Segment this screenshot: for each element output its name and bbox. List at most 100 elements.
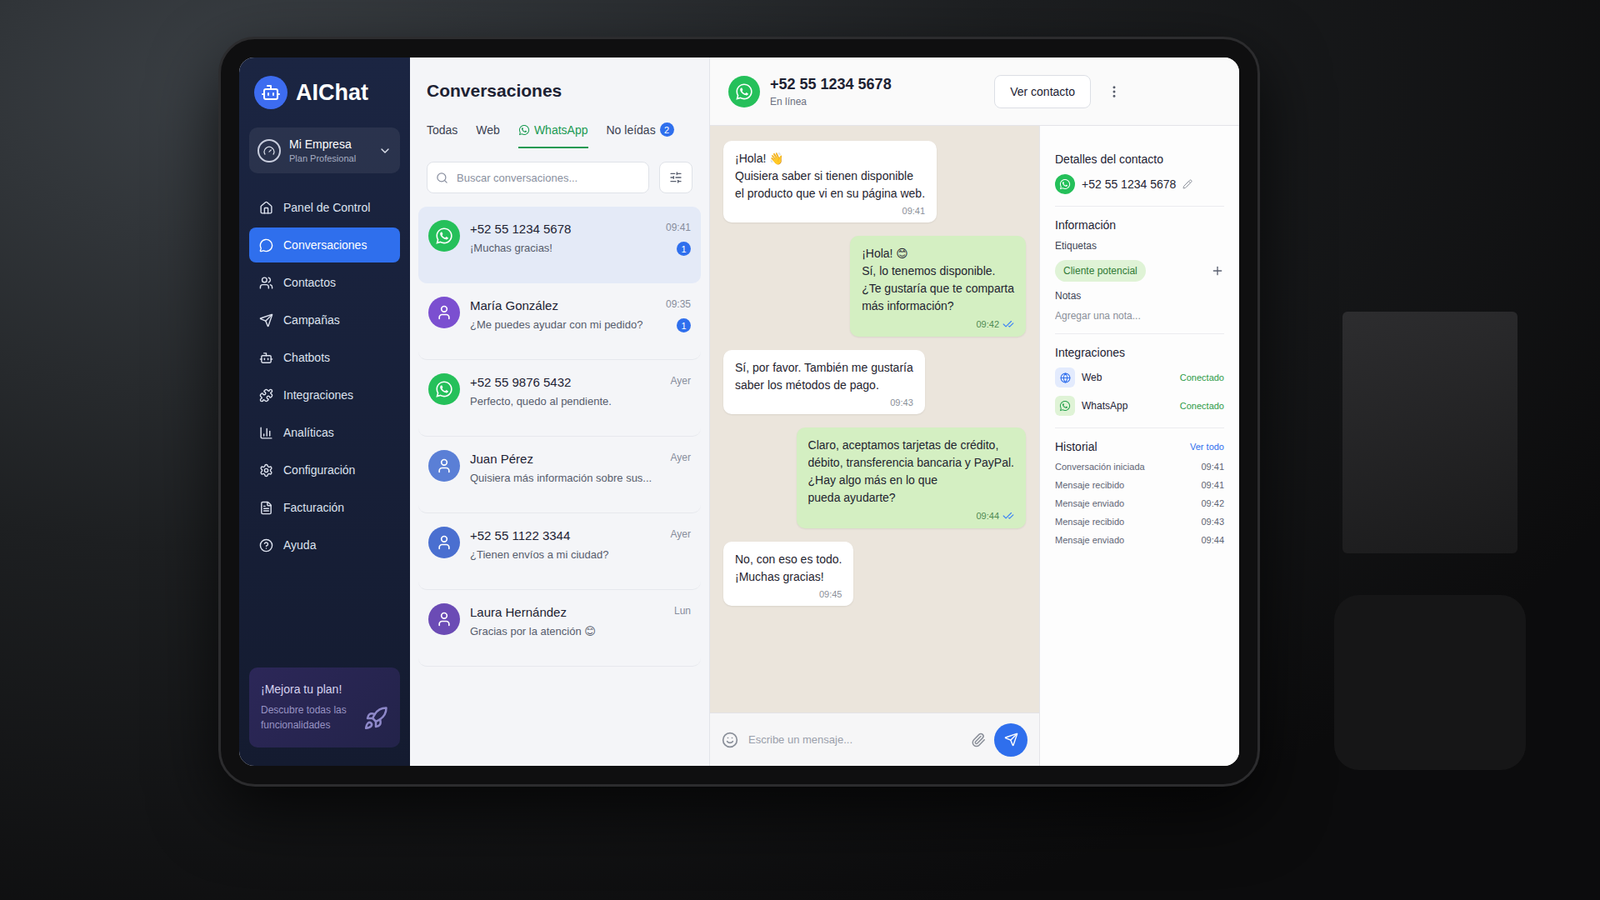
conversation-body: María González¿Me puedes ayudar con mi p… [470,296,656,331]
message-bubble: ¡Hola! 😊 Sí, lo tenemos disponible. ¿Te … [850,235,1026,337]
company-name: Mi Empresa [289,137,370,151]
sidebar-item[interactable]: Facturación [249,490,400,525]
message-bubble: Sí, por favor. También me gustaría saber… [723,350,925,415]
send-icon [1004,732,1019,747]
sidebar-item[interactable]: Contactos [249,265,400,300]
message-text: ¡Hola! 👋 Quisiera saber si tienen dispon… [735,150,925,203]
conversation-meta: Ayer [670,450,691,464]
message-meta: 09:41 [735,205,925,216]
nav-icon [259,500,274,515]
tab[interactable]: WhatsApp [518,123,589,149]
logo[interactable]: AIChat [249,75,400,110]
sidebar-item[interactable]: Conversaciones [249,227,400,263]
notes-input[interactable] [1055,310,1225,322]
message-meta: 09:45 [735,589,842,600]
integration-status: Conectado [1180,372,1225,383]
plus-icon[interactable] [1210,264,1225,278]
message-time: 09:42 [975,319,1000,330]
gauge-icon [257,139,281,163]
conversation-name: Juan Pérez [470,451,661,466]
history-section: Historial Ver todo Conversación iniciada 09… [1055,428,1225,557]
sidebar-item[interactable]: Chatbots [249,340,400,375]
conversation-row[interactable]: +52 55 1234 5678¡Muchas gracias!09:411 [418,206,701,284]
conversation-row[interactable]: +52 55 1122 3344¿Tienen envíos a mi ciud… [418,513,701,590]
integration-status: Conectado [1180,400,1225,411]
message-time: 09:44 [975,510,1000,521]
conversation-meta: 09:411 [665,220,691,256]
smile-icon[interactable] [721,731,739,749]
conversation-meta: Ayer [670,526,691,540]
upgrade-title: ¡Mejora tu plan! [260,682,389,696]
message-list: ¡Hola! 👋 Quisiera saber si tienen dispon… [710,125,1040,713]
upgrade-card[interactable]: ¡Mejora tu plan! Descubre todas las funci… [249,667,400,748]
message-time: 09:45 [819,589,843,600]
unread-badge: 1 [676,241,691,256]
tab[interactable]: No leídas2 [606,122,675,149]
list-title: Conversaciones [426,80,693,101]
integration-row: WhatsAppConectado [1055,395,1225,416]
history-header: Historial Ver todo [1055,440,1225,454]
conversation-rows: +52 55 1234 5678¡Muchas gracias!09:411Ma… [410,206,710,667]
paperclip-icon[interactable] [970,732,986,748]
nav-icon [259,238,274,253]
upgrade-text: Descubre todas las funcionalidades [260,702,353,733]
send-button[interactable] [994,723,1028,757]
sidebar-item[interactable]: Configuración [249,452,400,488]
person-icon [428,603,460,635]
conversation-body: Juan Pérez Quisiera más información sobre… [470,450,661,485]
message-bubble: No, con eso es todo. ¡Muchas gracias!09:… [723,541,854,606]
sidebar-item[interactable]: Analíticas [249,415,400,450]
conversation-time: Ayer [670,451,691,464]
conversation-meta: 09:351 [665,296,691,333]
nav-icon [259,350,274,365]
tag[interactable]: Cliente potencial [1055,260,1146,282]
history-label: Conversación iniciada [1055,461,1145,472]
conversation-meta: Ayer [670,373,691,387]
conversation-row[interactable]: Laura HernándezGracias por la atención 😊… [418,590,701,667]
message-text: ¡Hola! 😊 Sí, lo tenemos disponible. ¿Te … [861,245,1015,315]
conversation-name: María González [470,298,656,313]
company-switcher[interactable]: Mi EmpresaPlan Profesional [249,127,400,174]
conversation-preview: ¡Muchas gracias! [470,241,656,255]
history-title: Historial [1055,440,1098,454]
filter-button[interactable] [659,161,693,194]
conversation-row[interactable]: Juan Pérez Quisiera más información sobre… [418,436,701,514]
search-input[interactable] [455,170,640,185]
sidebar-item[interactable]: Integraciones [249,377,400,413]
more-button[interactable] [1100,78,1128,105]
view-all-link[interactable]: Ver todo [1190,441,1225,452]
logo-text: AIChat [295,80,369,106]
sidebar-item[interactable]: Panel de Control [249,190,400,225]
search-row [426,161,693,194]
conversation-name: +52 55 1122 3344 [470,528,661,543]
pencil-icon[interactable] [1182,179,1193,190]
person-icon [428,526,460,559]
view-contact-button[interactable]: Ver contacto [994,75,1091,109]
robot-icon [254,75,288,110]
tab[interactable]: Todas [426,123,458,149]
conversation-row[interactable]: María González¿Me puedes ayudar con mi p… [418,283,701,360]
integration-row: WebConectado [1055,367,1225,388]
read-check-icon [1002,318,1015,330]
tab-label: Web [475,123,500,137]
person-icon [428,296,460,329]
conversation-row[interactable]: +52 55 9876 5432Perfecto, quedo al pendi… [418,360,701,437]
message-input[interactable] [746,732,963,747]
sidebar: AIChat Mi EmpresaPlan Profesional Panel de… [239,57,410,766]
nav-icon [259,275,274,290]
tab[interactable]: Web [475,123,500,149]
nav-icon [259,463,274,478]
tab-label: No leídas [606,123,656,137]
notes-label: Notas [1055,290,1225,302]
conversation-preview: Quisiera más información sobre sus... [470,471,661,485]
sidebar-item[interactable]: Ayuda [249,527,400,563]
chat-column: ¡Hola! 👋 Quisiera saber si tienen dispon… [710,125,1040,766]
chat-pane: +52 55 1234 5678En líneaVer contacto¡Hol… [710,57,1240,766]
sidebar-item[interactable]: Campañas [249,302,400,338]
integrations-title: Integraciones [1055,345,1225,360]
tab-label: WhatsApp [534,123,589,137]
nav-icon [259,425,274,440]
whatsapp-icon [428,373,460,405]
history-time: 09:41 [1200,480,1225,490]
globe-icon [1055,367,1075,388]
